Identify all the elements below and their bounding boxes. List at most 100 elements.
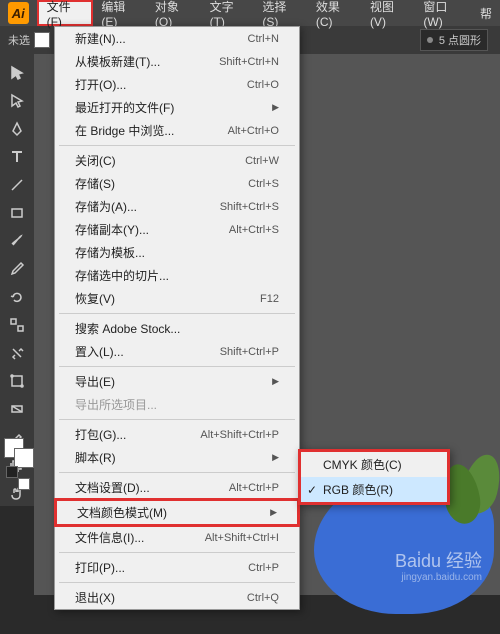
menu-item-1[interactable]: 从模板新建(T)... Shift+Ctrl+N [55, 50, 299, 73]
menu-item-label: 恢复(V) [75, 290, 115, 307]
menu-shortcut: Ctrl+S [248, 178, 279, 190]
menu-edit[interactable]: 编辑(E) [93, 0, 146, 26]
menu-item-label: 存储为(A)... [75, 198, 137, 215]
stroke-color[interactable] [14, 448, 34, 468]
direct-selection-tool[interactable] [3, 88, 31, 114]
paintbrush-tool[interactable] [3, 228, 31, 254]
menu-separator [59, 472, 295, 473]
menu-shortcut: Shift+Ctrl+N [219, 56, 279, 68]
menu-item-label: 从模板新建(T)... [75, 53, 160, 70]
menu-item-label: 在 Bridge 中浏览... [75, 122, 174, 139]
menu-item-label: 脚本(R) [75, 449, 116, 466]
brush-dot-icon [427, 37, 433, 43]
menu-effect[interactable]: 效果(C) [308, 0, 362, 26]
status-text: 未选 [8, 32, 30, 48]
menu-object[interactable]: 对象(O) [147, 0, 202, 26]
menu-item-label: 打包(G)... [75, 426, 126, 443]
menu-item-21[interactable]: 脚本(R) ▶ [55, 446, 299, 469]
menu-shortcut: Alt+Ctrl+S [229, 224, 279, 236]
menu-item-8[interactable]: 存储为(A)... Shift+Ctrl+S [55, 195, 299, 218]
pencil-tool[interactable] [3, 256, 31, 282]
menu-item-18: 导出所选项目... [55, 393, 299, 416]
menu-item-27[interactable]: 打印(P)...Ctrl+P [55, 556, 299, 579]
menu-separator [59, 145, 295, 146]
menu-item-20[interactable]: 打包(G)... Alt+Shift+Ctrl+P [55, 423, 299, 446]
menu-select[interactable]: 选择(S) [254, 0, 307, 26]
color-mode-item-0[interactable]: CMYK 颜色(C) [301, 452, 447, 477]
menu-item-2[interactable]: 打开(O)...Ctrl+O [55, 73, 299, 96]
menu-item-24[interactable]: 文档颜色模式(M)▶ [54, 498, 300, 527]
watermark-sub: jingyan.baidu.com [395, 572, 482, 583]
menu-shortcut: Ctrl+W [245, 155, 279, 167]
menu-separator [59, 419, 295, 420]
menu-item-label: 存储为模板... [75, 244, 145, 261]
menu-item-0[interactable]: 新建(N)... Ctrl+N [55, 27, 299, 50]
rotate-tool[interactable] [3, 284, 31, 310]
menu-separator [59, 366, 295, 367]
menu-item-15[interactable]: 置入(L)... Shift+Ctrl+P [55, 340, 299, 363]
menu-shortcut: Alt+Shift+Ctrl+P [200, 429, 279, 441]
submenu-item-label: RGB 颜色(R) [323, 481, 393, 498]
menu-item-label: 导出(E) [75, 373, 115, 390]
swap-colors[interactable] [18, 478, 30, 490]
menu-help[interactable]: 帮 [472, 0, 500, 26]
menu-item-17[interactable]: 导出(E) ▶ [55, 370, 299, 393]
color-mode-item-1[interactable]: ✓ RGB 颜色(R) [301, 477, 447, 502]
submenu-arrow-icon: ▶ [272, 452, 279, 463]
menu-item-25[interactable]: 文件信息(I)...Alt+Shift+Ctrl+I [55, 526, 299, 549]
menu-item-4[interactable]: 在 Bridge 中浏览... Alt+Ctrl+O [55, 119, 299, 142]
menu-item-9[interactable]: 存储副本(Y)... Alt+Ctrl+S [55, 218, 299, 241]
menu-window[interactable]: 窗口(W) [415, 0, 472, 26]
menu-shortcut: Alt+Ctrl+P [229, 482, 279, 494]
rectangle-tool[interactable] [3, 200, 31, 226]
gradient-tool[interactable] [3, 396, 31, 422]
menu-item-label: 文档设置(D)... [75, 479, 150, 496]
scale-tool[interactable] [3, 312, 31, 338]
menu-shortcut: Alt+Ctrl+O [228, 125, 279, 137]
menu-item-label: 退出(X) [75, 589, 115, 606]
menu-view[interactable]: 视图(V) [362, 0, 415, 26]
submenu-arrow-icon: ▶ [272, 376, 279, 387]
menu-text[interactable]: 文字(T) [202, 0, 255, 26]
free-transform-tool[interactable] [3, 368, 31, 394]
menu-item-label: 导出所选项目... [75, 396, 157, 413]
menu-item-12[interactable]: 恢复(V) F12 [55, 287, 299, 310]
submenu-arrow-icon: ▶ [270, 507, 277, 518]
menu-item-label: 置入(L)... [75, 343, 124, 360]
menu-shortcut: Ctrl+O [247, 79, 279, 91]
menu-item-6[interactable]: 关闭(C)Ctrl+W [55, 149, 299, 172]
menu-item-7[interactable]: 存储(S)Ctrl+S [55, 172, 299, 195]
menu-item-label: 搜索 Adobe Stock... [75, 320, 180, 337]
color-mode-submenu: CMYK 颜色(C) ✓ RGB 颜色(R) [298, 449, 450, 505]
menu-shortcut: F12 [260, 293, 279, 305]
menu-separator [59, 582, 295, 583]
menu-item-10[interactable]: 存储为模板... [55, 241, 299, 264]
width-tool[interactable] [3, 340, 31, 366]
selection-tool[interactable] [3, 60, 31, 86]
menu-item-11[interactable]: 存储选中的切片... [55, 264, 299, 287]
menu-separator [59, 552, 295, 553]
type-tool[interactable] [3, 144, 31, 170]
menu-item-label: 新建(N)... [75, 30, 126, 47]
app-logo: Ai [8, 2, 29, 24]
pen-tool[interactable] [3, 116, 31, 142]
menu-item-label: 存储选中的切片... [75, 267, 169, 284]
menu-shortcut: Shift+Ctrl+S [220, 201, 279, 213]
menu-shortcut: Shift+Ctrl+P [220, 346, 279, 358]
fill-swatch[interactable] [34, 32, 50, 48]
menu-item-14[interactable]: 搜索 Adobe Stock... [55, 317, 299, 340]
menu-file[interactable]: 文件(F) [37, 0, 94, 26]
default-colors[interactable] [6, 466, 18, 478]
menu-item-23[interactable]: 文档设置(D)... Alt+Ctrl+P [55, 476, 299, 499]
brush-preset[interactable]: 5 点圆形 [420, 29, 488, 51]
menu-item-label: 文件信息(I)... [75, 529, 144, 546]
menu-item-label: 存储副本(Y)... [75, 221, 149, 238]
menu-separator [59, 313, 295, 314]
menu-shortcut: Ctrl+P [248, 562, 279, 574]
brush-label: 5 点圆形 [439, 32, 481, 48]
menu-shortcut: Ctrl+N [248, 33, 279, 45]
menu-item-3[interactable]: 最近打开的文件(F)▶ [55, 96, 299, 119]
menu-item-29[interactable]: 退出(X)Ctrl+Q [55, 586, 299, 609]
check-icon: ✓ [307, 483, 317, 497]
line-tool[interactable] [3, 172, 31, 198]
